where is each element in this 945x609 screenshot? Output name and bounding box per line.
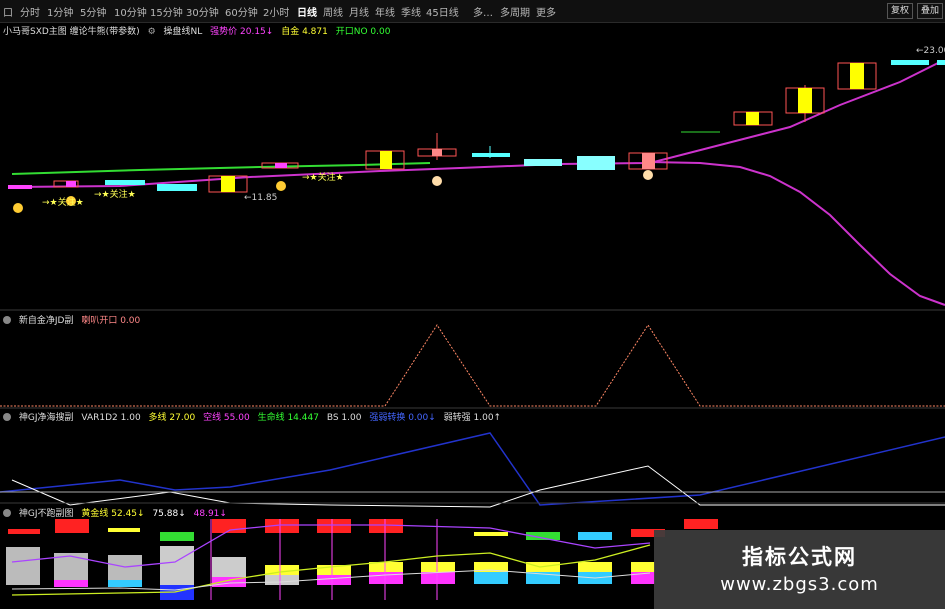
- panel4-legend-0: 黄金线 52.45↓: [81, 509, 145, 519]
- panel3-legend-1: 多线 27.00: [148, 413, 196, 423]
- panel-close-icon[interactable]: [3, 509, 11, 517]
- panel3-legend-2: 空线 55.00: [203, 413, 250, 423]
- candle: [577, 156, 615, 170]
- panel2-legend-0: 喇叭开口 0.00: [81, 316, 141, 326]
- panel3-legend-0: VAR1D2 1.00: [81, 413, 141, 423]
- ma-line-magenta: [11, 61, 941, 188]
- watermark-title: 指标公式网: [742, 545, 857, 569]
- lower-band-line: [649, 161, 945, 306]
- candle: [8, 185, 32, 189]
- candle: [275, 163, 287, 168]
- candle: [105, 180, 145, 185]
- candle: [66, 181, 76, 187]
- smile-icon: [276, 181, 286, 191]
- blue-strength-line: [0, 432, 945, 506]
- low-price-label: ←11.85: [244, 193, 277, 203]
- panel2-title[interactable]: 新自金净JD副: [19, 316, 74, 326]
- candle: [157, 184, 197, 191]
- panel3-title[interactable]: 神GJ净海搜副: [19, 413, 74, 423]
- panel4-legend-1: 75.88↓: [152, 509, 186, 519]
- candle: [380, 151, 392, 169]
- panel4-legend: 神GJ不跑副图 黄金线 52.45↓ 75.88↓ 48.91↓: [3, 506, 232, 519]
- candle: [937, 60, 945, 65]
- money-bag-icon: [643, 170, 653, 180]
- panel-close-icon[interactable]: [3, 316, 11, 324]
- panel3-legend: 神GJ净海搜副 VAR1D2 1.00 多线 27.00 空线 55.00 生命…: [3, 410, 506, 423]
- smile-icon: [13, 203, 23, 213]
- panel3-legend-3: 生命线 14.447: [257, 413, 319, 423]
- candle: [524, 159, 562, 166]
- candle: [221, 176, 235, 192]
- high-price-label: ←23.00: [916, 46, 945, 56]
- site-watermark: 指标公式网 www.zbgs3.com: [654, 530, 945, 609]
- candle: [850, 63, 864, 89]
- watermark-url: www.zbgs3.com: [720, 574, 879, 595]
- candle: [798, 88, 812, 113]
- panel-close-icon[interactable]: [3, 413, 11, 421]
- watch-label: →★关注★: [42, 196, 84, 208]
- watch-label: →★关注★: [94, 188, 136, 200]
- money-bag-icon: [432, 176, 442, 186]
- candle: [891, 60, 929, 65]
- candle: [642, 153, 655, 169]
- watch-label: →★关注★: [302, 171, 344, 183]
- panel3-legend-4: BS 1.00: [326, 413, 362, 423]
- candle: [432, 149, 442, 156]
- panel3-legend-5: 强弱转换 0.00↓: [369, 413, 436, 423]
- horn-opening-line: [0, 324, 945, 407]
- candle: [472, 153, 510, 157]
- panel4-title[interactable]: 神GJ不跑副图: [19, 509, 74, 519]
- panel4-legend-2: 48.91↓: [193, 509, 227, 519]
- panel2-legend: 新自金净JD副 喇叭开口 0.00: [3, 313, 145, 326]
- panel3-legend-6: 弱转强 1.00↑: [443, 413, 502, 423]
- candle: [746, 112, 759, 125]
- main-candles: →★关注★ →★关注★ →★关注★ ←11.85 ←23.00: [8, 46, 945, 306]
